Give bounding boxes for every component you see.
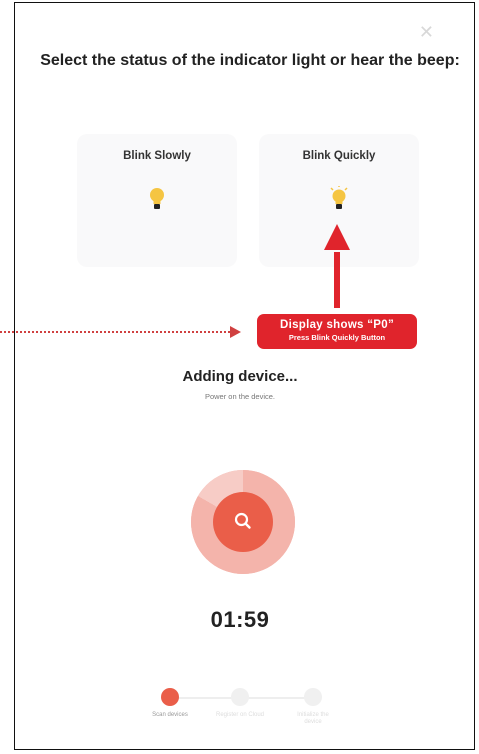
blink-slowly-option[interactable]: Blink Slowly bbox=[77, 134, 237, 267]
step-label: Initialize the device bbox=[297, 712, 329, 725]
step-label: Scan devices bbox=[152, 712, 188, 718]
lightbulb-blinking-icon bbox=[330, 186, 348, 209]
blink-quickly-label: Blink Quickly bbox=[302, 150, 376, 162]
step-inactive-dot bbox=[231, 688, 249, 706]
status-subtitle: Power on the device. bbox=[204, 392, 276, 401]
step-active-dot bbox=[161, 688, 179, 706]
step-inactive-dot bbox=[304, 688, 322, 706]
page-title: Select the status of the indicator light… bbox=[40, 52, 460, 69]
status-title: Adding device... bbox=[182, 368, 298, 385]
pointer-arrow-head bbox=[324, 224, 350, 250]
lightbulb-icon bbox=[150, 188, 164, 209]
countdown-timer: 01:59 bbox=[210, 607, 270, 632]
search-icon bbox=[234, 512, 251, 529]
scan-button[interactable] bbox=[213, 492, 273, 552]
dotted-leader-line bbox=[0, 331, 230, 333]
callout-instruction-text: Press Blink Quickly Button bbox=[288, 333, 386, 342]
callout-display-text: Display shows “P0” bbox=[279, 319, 395, 331]
pointer-arrow-shaft bbox=[334, 252, 340, 308]
close-icon[interactable]: ✕ bbox=[419, 23, 434, 41]
step-register-cloud: Register on Cloud bbox=[215, 688, 265, 719]
dotted-leader-arrowhead bbox=[230, 326, 241, 338]
instruction-callout: Display shows “P0” Press Blink Quickly B… bbox=[257, 314, 417, 349]
step-scan-devices: Scan devices bbox=[145, 688, 195, 719]
step-initialize-device: Initialize the device bbox=[288, 688, 338, 726]
progress-steps: Scan devices Register on Cloud Initializ… bbox=[140, 688, 340, 738]
step-label: Register on Cloud bbox=[215, 712, 265, 718]
blink-slowly-label: Blink Slowly bbox=[123, 150, 191, 162]
